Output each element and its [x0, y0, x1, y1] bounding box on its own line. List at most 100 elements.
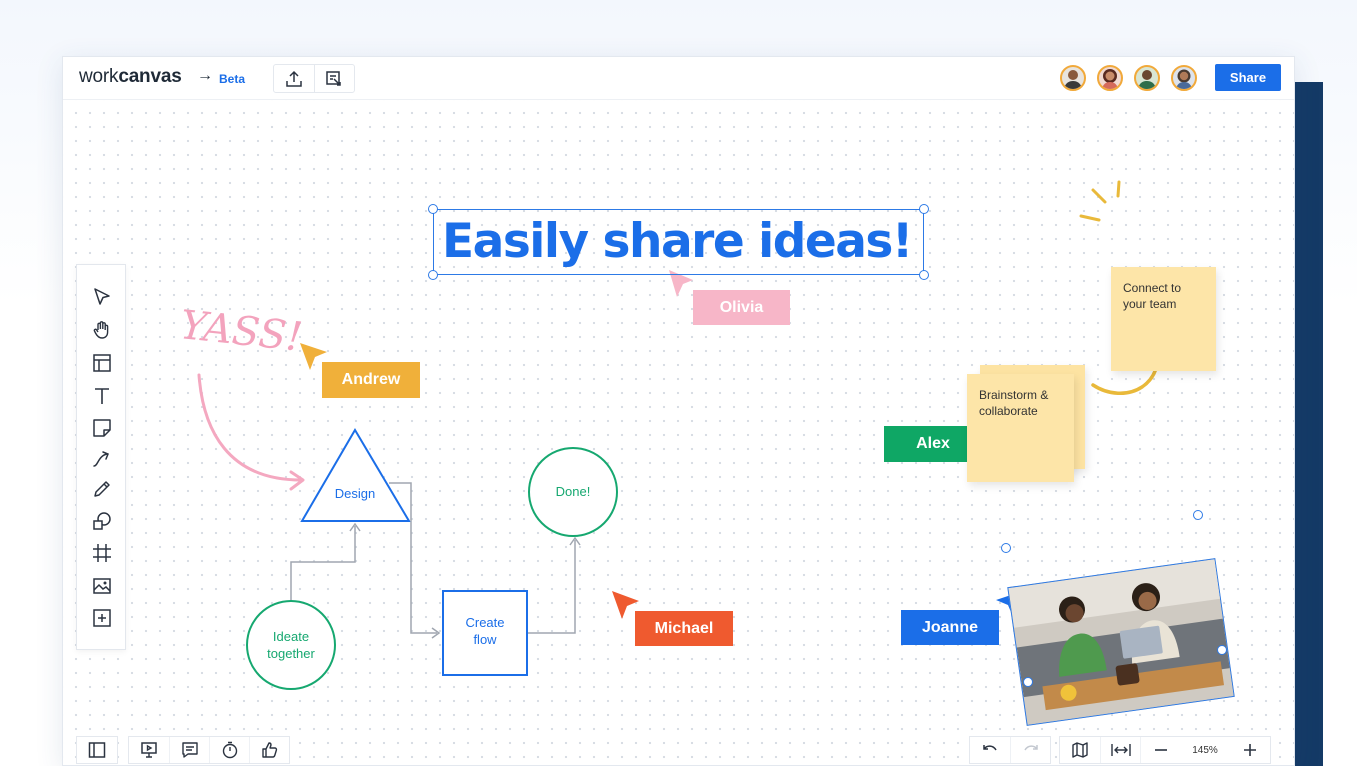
whiteboard-canvas[interactable]: YASS! Easily share ideas! Olivia Andrew …	[63, 100, 1294, 765]
sticky-note-brainstorm[interactable]: Brainstorm & collaborate	[967, 374, 1074, 482]
connector-icon	[93, 451, 109, 467]
hand-tool[interactable]	[90, 318, 114, 342]
sidebar-toggle-group	[76, 736, 118, 764]
comment-button[interactable]	[169, 737, 209, 763]
export-button[interactable]	[313, 65, 354, 92]
export-icon	[326, 70, 342, 86]
add-tool[interactable]	[90, 606, 114, 630]
sticky-brainstorm-line1: Brainstorm &	[979, 388, 1049, 402]
app-window: workcanvas → Beta Share YASS! Easily sha…	[62, 56, 1295, 766]
text-icon	[95, 388, 109, 404]
vote-button[interactable]	[249, 737, 289, 763]
photo-resize-handle[interactable]	[1023, 677, 1033, 687]
sidebar-toggle-button[interactable]	[77, 737, 117, 763]
text-tool[interactable]	[90, 384, 114, 408]
team-photo[interactable]	[1007, 558, 1235, 726]
redo-button[interactable]	[1010, 737, 1050, 763]
sticky-connect-line2: your team	[1123, 297, 1177, 311]
upload-icon	[286, 70, 302, 87]
resize-handle[interactable]	[919, 270, 929, 280]
sticky-note-icon	[93, 419, 111, 437]
collaboration-tools	[128, 736, 290, 764]
stage: workcanvas → Beta Share YASS! Easily sha…	[0, 0, 1357, 766]
pen-icon	[94, 481, 110, 497]
add-icon	[93, 609, 111, 627]
avatar[interactable]	[1134, 65, 1160, 91]
avatar[interactable]	[1060, 65, 1086, 91]
redo-icon	[1023, 745, 1038, 751]
zoom-in-icon	[1244, 744, 1256, 756]
background-panel	[1295, 82, 1323, 766]
map-button[interactable]	[1060, 737, 1100, 763]
handwriting-yass[interactable]: YASS!	[178, 302, 305, 361]
create-flow-label: Create flow	[445, 614, 525, 648]
connector-tool[interactable]	[90, 447, 114, 471]
bottom-left-toolbar	[76, 736, 290, 764]
headline-selection[interactable]: Easily share ideas!	[428, 204, 929, 280]
photo-resize-handle[interactable]	[1001, 543, 1011, 553]
photo-resize-handle[interactable]	[1217, 645, 1227, 655]
connector-ideate-design[interactable]	[290, 526, 356, 600]
person-icon	[1064, 70, 1082, 89]
done-label: Done!	[555, 484, 591, 499]
cursor-label-joanne: Joanne	[901, 610, 999, 645]
zoom-out-button[interactable]	[1140, 737, 1180, 763]
upload-button[interactable]	[274, 65, 314, 92]
undo-icon	[983, 745, 997, 751]
connector-create-done[interactable]	[528, 540, 576, 634]
avatar[interactable]	[1171, 65, 1197, 91]
person-icon	[1176, 69, 1192, 89]
photo-resize-handle[interactable]	[1193, 510, 1203, 520]
present-icon	[141, 742, 157, 758]
zoom-in-button[interactable]	[1230, 737, 1270, 763]
headline-text[interactable]: Easily share ideas!	[442, 214, 913, 269]
resize-handle[interactable]	[428, 204, 438, 214]
thumbs-up-icon	[261, 742, 277, 758]
select-icon	[94, 288, 110, 305]
share-button[interactable]: Share	[1215, 64, 1281, 91]
resize-handle[interactable]	[919, 204, 929, 214]
image-tool[interactable]	[90, 574, 114, 598]
cursor-label-andrew: Andrew	[322, 362, 420, 398]
logo-bold-text: canvas	[118, 66, 182, 87]
fit-width-button[interactable]	[1100, 737, 1140, 763]
sticky-brainstorm-line2: collaborate	[979, 404, 1038, 418]
ideate-label-line2: together	[267, 646, 315, 661]
select-tool[interactable]	[90, 285, 114, 309]
present-button[interactable]	[129, 737, 169, 763]
frame-icon	[93, 544, 111, 562]
person-icon	[1102, 69, 1118, 89]
view-controls: 145%	[1059, 736, 1271, 764]
logo-arrow: →	[197, 67, 213, 84]
cursor-label-michael: Michael	[635, 611, 733, 646]
frame-tool[interactable]	[90, 541, 114, 565]
bottom-right-toolbar: 145%	[969, 736, 1271, 764]
design-triangle[interactable]	[300, 428, 411, 522]
sticky-note-connect[interactable]: Connect to your team	[1111, 267, 1216, 371]
pen-tool[interactable]	[90, 477, 114, 501]
beta-badge: Beta	[219, 72, 246, 86]
comment-icon	[181, 742, 198, 758]
resize-handle[interactable]	[428, 270, 438, 280]
zoom-level[interactable]: 145%	[1180, 737, 1230, 763]
create-flow-line2: flow	[473, 632, 497, 647]
top-bar: workcanvas → Beta Share	[63, 57, 1294, 100]
hand-icon	[93, 321, 109, 339]
timer-button[interactable]	[209, 737, 249, 763]
avatar[interactable]	[1097, 65, 1123, 91]
app-logo[interactable]: workcanvas	[79, 66, 182, 88]
sticky-note-tool[interactable]	[90, 416, 114, 440]
photo-illustration	[1008, 558, 1235, 726]
history-controls	[969, 736, 1051, 764]
tool-palette	[76, 264, 126, 650]
template-tool[interactable]	[90, 351, 114, 375]
pink-arrow-path[interactable]	[197, 373, 303, 482]
undo-button[interactable]	[970, 737, 1010, 763]
cursor-label-olivia: Olivia	[693, 290, 790, 325]
zoom-out-icon	[1154, 749, 1167, 751]
fit-width-icon	[1110, 744, 1131, 756]
shapes-tool[interactable]	[90, 509, 114, 533]
sticky-connect-line1: Connect to	[1123, 281, 1182, 295]
map-icon	[1072, 742, 1088, 758]
create-flow-line1: Create	[465, 615, 505, 630]
